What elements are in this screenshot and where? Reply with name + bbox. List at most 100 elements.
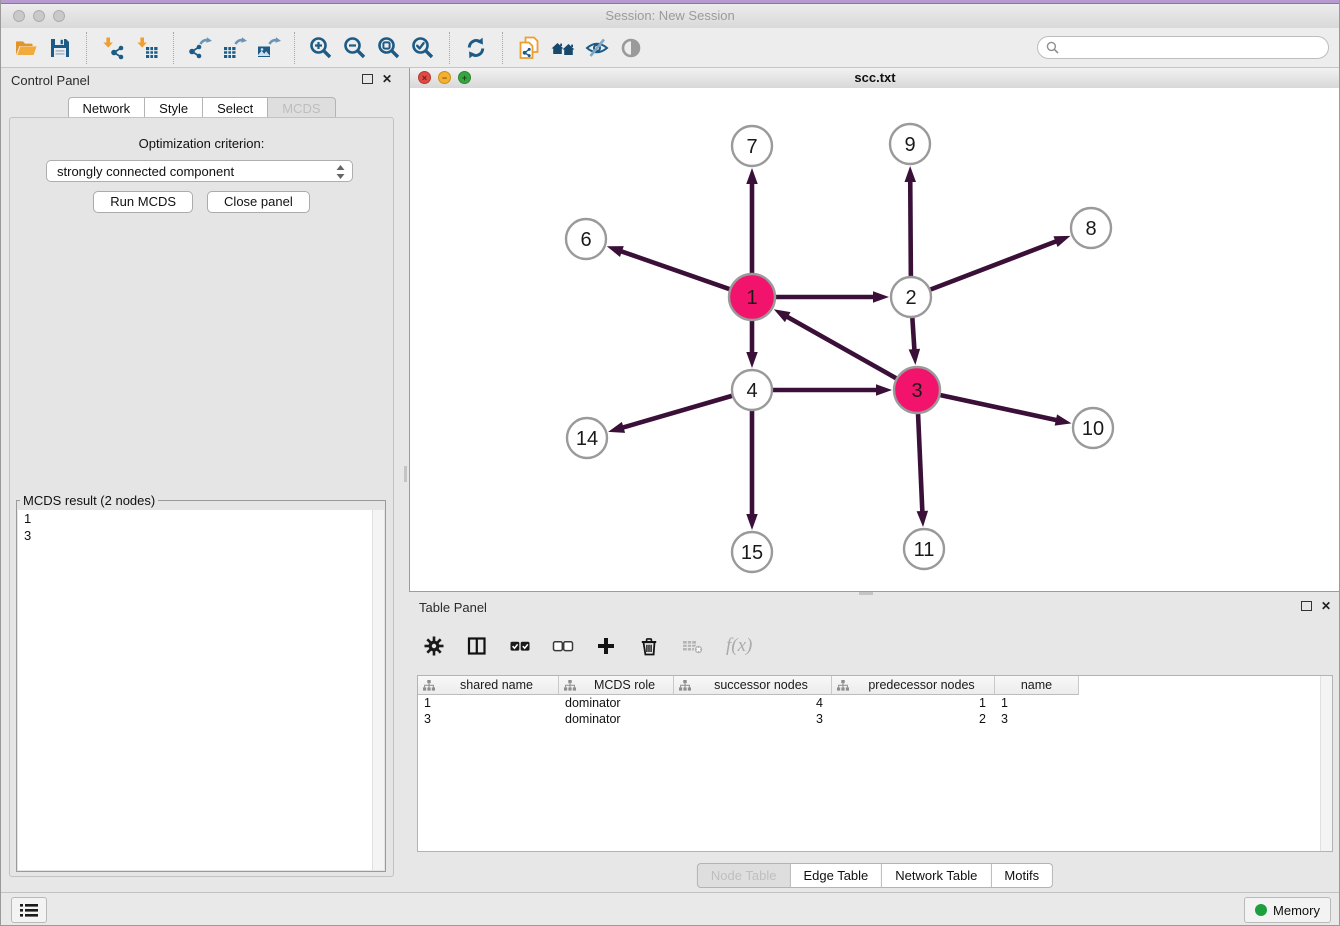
graph-node-11[interactable]: 11: [904, 529, 944, 569]
table-row[interactable]: 1dominator411: [418, 695, 1332, 711]
vertical-splitter[interactable]: [402, 68, 409, 893]
zoom-fit-button[interactable]: [372, 31, 406, 65]
graph-edge-1-7[interactable]: [746, 168, 758, 273]
graph-node-10[interactable]: 10: [1073, 408, 1113, 448]
search-input[interactable]: [1064, 39, 1320, 56]
graph-edge-2-9[interactable]: [904, 166, 915, 276]
table-scrollbar[interactable]: [1320, 676, 1332, 851]
table-cell-successor-nodes: 4: [674, 696, 832, 710]
graph-edge-1-2[interactable]: [776, 291, 889, 303]
export-table-button[interactable]: [217, 31, 251, 65]
network-window-title: scc.txt: [410, 70, 1340, 85]
graph-node-3[interactable]: 3: [894, 367, 940, 413]
network-canvas[interactable]: 1 2 3 4 6 7 8 9 10 11 14 15: [410, 88, 1340, 591]
tab-motifs[interactable]: Motifs: [991, 863, 1053, 888]
tab-network-table[interactable]: Network Table: [882, 863, 991, 888]
graph-edge-3-11[interactable]: [917, 414, 928, 527]
table-cell-mcds-role: dominator: [559, 712, 674, 726]
graph-edge-1-4[interactable]: [746, 321, 758, 368]
graph-node-14[interactable]: 14: [567, 418, 607, 458]
save-session-button[interactable]: [43, 31, 77, 65]
zoom-in-icon: [308, 35, 334, 61]
delete-column-button[interactable]: [638, 635, 660, 657]
graph-node-1[interactable]: 1: [729, 274, 775, 320]
control-panel-close-icon[interactable]: ✕: [382, 74, 392, 84]
table-cell-predecessor-nodes: 2: [832, 712, 995, 726]
toggle-graphics-details-button[interactable]: [580, 31, 614, 65]
tab-node-table[interactable]: Node Table: [697, 863, 791, 888]
select-all-button[interactable]: [509, 635, 531, 657]
export-network-button[interactable]: [183, 31, 217, 65]
column-header-name[interactable]: name: [995, 676, 1079, 695]
graph-node-8[interactable]: 8: [1071, 208, 1111, 248]
graph-edge-2-3[interactable]: [909, 318, 920, 365]
first-neighbors-button[interactable]: [546, 31, 580, 65]
table-settings-button[interactable]: [423, 635, 445, 657]
table-cell-shared-name: 3: [418, 712, 559, 726]
show-hide-button[interactable]: [614, 31, 648, 65]
column-header-successor-nodes[interactable]: successor nodes: [674, 676, 832, 695]
zoom-selected-button[interactable]: [406, 31, 440, 65]
unselect-all-checkboxes-icon: [552, 635, 574, 657]
task-history-button[interactable]: [11, 897, 47, 923]
import-network-button[interactable]: [96, 31, 130, 65]
clone-network-button[interactable]: [512, 31, 546, 65]
column-type-icon: [423, 680, 435, 691]
window-titlebar: Session: New Session: [1, 4, 1339, 29]
graph-edge-4-15[interactable]: [746, 411, 758, 530]
memory-button[interactable]: Memory: [1244, 897, 1331, 923]
mcds-result-textarea[interactable]: 13: [18, 510, 384, 870]
tab-edge-table[interactable]: Edge Table: [790, 863, 882, 888]
close-panel-button[interactable]: Close panel: [207, 191, 310, 213]
table-panel-float-icon[interactable]: [1301, 601, 1312, 611]
column-header-mcds-role[interactable]: MCDS role: [559, 676, 674, 695]
graph-node-4[interactable]: 4: [732, 370, 772, 410]
run-mcds-button[interactable]: Run MCDS: [93, 191, 193, 213]
graph-node-2[interactable]: 2: [891, 277, 931, 317]
export-image-button[interactable]: [251, 31, 285, 65]
mcds-result-line: 3: [18, 527, 384, 544]
graph-edge-3-1[interactable]: [774, 309, 896, 378]
optimization-criterion-label: Optimization criterion:: [10, 136, 393, 151]
open-session-button[interactable]: [9, 31, 43, 65]
unselect-all-button[interactable]: [552, 635, 574, 657]
mcds-panel: Optimization criterion: strongly connect…: [9, 117, 394, 877]
refresh-layout-button[interactable]: [459, 31, 493, 65]
search-field[interactable]: [1037, 36, 1329, 59]
graph-edge-4-14[interactable]: [608, 396, 732, 433]
table-panel-close-icon[interactable]: ✕: [1321, 601, 1331, 611]
column-header-predecessor-nodes[interactable]: predecessor nodes: [832, 676, 995, 695]
table-row[interactable]: 3dominator323: [418, 711, 1332, 727]
graph-node-label: 3: [911, 380, 922, 402]
select-all-checkboxes-icon: [509, 635, 531, 657]
zoom-in-button[interactable]: [304, 31, 338, 65]
toolbar-separator: [449, 32, 450, 64]
split-view-button[interactable]: [466, 635, 488, 657]
function-builder-button[interactable]: f(x): [726, 635, 752, 657]
clone-network-icon: [516, 35, 542, 61]
zoom-out-button[interactable]: [338, 31, 372, 65]
toolbar-separator: [502, 32, 503, 64]
graph-edge-4-3[interactable]: [773, 384, 892, 396]
window-title: Session: New Session: [1, 8, 1339, 23]
control-panel-float-icon[interactable]: [362, 74, 373, 84]
graph-node-7[interactable]: 7: [732, 126, 772, 166]
graph-node-6[interactable]: 6: [566, 219, 606, 259]
column-header-shared-name[interactable]: shared name: [418, 676, 559, 695]
import-table-button[interactable]: [130, 31, 164, 65]
delete-table-button[interactable]: [681, 635, 705, 657]
graph-edge-3-10[interactable]: [940, 395, 1071, 426]
memory-label: Memory: [1273, 903, 1320, 918]
zoom-selected-icon: [410, 35, 436, 61]
graph-node-9[interactable]: 9: [890, 124, 930, 164]
graph-node-label: 15: [741, 542, 763, 564]
memory-status-icon: [1255, 904, 1267, 916]
table-cell-successor-nodes: 3: [674, 712, 832, 726]
graph-edge-1-6[interactable]: [607, 246, 730, 289]
graph-node-15[interactable]: 15: [732, 532, 772, 572]
mcds-result-scrollbar[interactable]: [372, 510, 384, 870]
graph-edge-2-8[interactable]: [931, 236, 1071, 290]
optimization-criterion-select[interactable]: strongly connected component: [46, 160, 353, 182]
add-column-button[interactable]: [595, 635, 617, 657]
column-type-icon: [679, 680, 691, 691]
